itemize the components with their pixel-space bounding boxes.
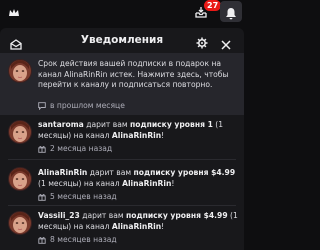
sender-name: Vassili_23 (38, 211, 80, 220)
close-icon[interactable] (221, 35, 231, 54)
notification-text: santaroma дарит вам подписку уровня 1 (1… (38, 120, 238, 141)
gift-icon (38, 194, 46, 201)
notification-item[interactable]: santaroma дарит вам подписку уровня 1 (1… (0, 115, 244, 160)
notification-meta: в прошлом месяце (38, 101, 125, 111)
gift-icon (38, 237, 46, 244)
channel-name: AlinaRinRin (111, 221, 162, 231)
channel-name: AlinaRinRin (122, 178, 172, 188)
notification-text: Vassili_23 дарит вам подписку уровня $4.… (38, 211, 238, 232)
notification-count-badge: 27 (204, 0, 222, 11)
notification-time: 5 месяцев назад (50, 192, 117, 201)
notification-item[interactable]: Срок действия вашей подписки в подарок н… (0, 53, 244, 115)
notification-meta: 8 месяцев назад (38, 235, 117, 245)
subscription-tier: подписку уровня 1 (130, 120, 213, 129)
text-part: дарит вам (87, 168, 134, 177)
avatar (8, 59, 32, 83)
avatar (8, 167, 32, 191)
avatar (8, 120, 32, 144)
gift-icon (38, 146, 46, 153)
crown-icon[interactable] (8, 4, 20, 23)
notifications-button[interactable] (220, 1, 242, 22)
text-part: дарит вам (79, 211, 126, 220)
notification-meta: 5 месяцев назад (38, 192, 117, 202)
text-part: ! (161, 221, 165, 231)
text-part: ! (171, 178, 175, 188)
notification-time: в прошлом месяце (50, 101, 125, 110)
notification-meta: 2 месяца назад (38, 144, 112, 154)
notification-text: Срок действия вашей подписки в подарок н… (38, 59, 229, 89)
notification-time: 8 месяцев назад (50, 235, 117, 244)
notification-item[interactable]: AlinaRinRin дарит вам подписку уровня $4… (0, 160, 244, 205)
notification-time: 2 месяца назад (50, 144, 113, 153)
text-part: (1 месяцы) на канал (38, 178, 123, 188)
bell-icon (225, 5, 237, 24)
notifications-panel: Уведомления Срок действия вашей подписки… (0, 28, 244, 250)
panel-header: Уведомления (0, 28, 244, 53)
channel-name: AlinaRinRin (111, 130, 162, 140)
subscription-tier: подписку уровня $4.99 (133, 168, 236, 177)
chat-bubble-icon (38, 102, 46, 111)
avatar (8, 211, 32, 235)
text-part: ! (161, 130, 165, 140)
top-bar: 27 (0, 0, 244, 24)
subscription-tier: подписку уровня $4.99 (126, 211, 228, 220)
notification-item[interactable]: Vassili_23 дарит вам подписку уровня $4.… (0, 206, 244, 250)
text-part: дарит вам (83, 120, 130, 129)
settings-gear-icon[interactable] (196, 34, 208, 53)
sender-name: AlinaRinRin (38, 168, 88, 177)
notification-text: AlinaRinRin дарит вам подписку уровня $4… (38, 168, 238, 189)
sender-name: santaroma (38, 120, 84, 129)
